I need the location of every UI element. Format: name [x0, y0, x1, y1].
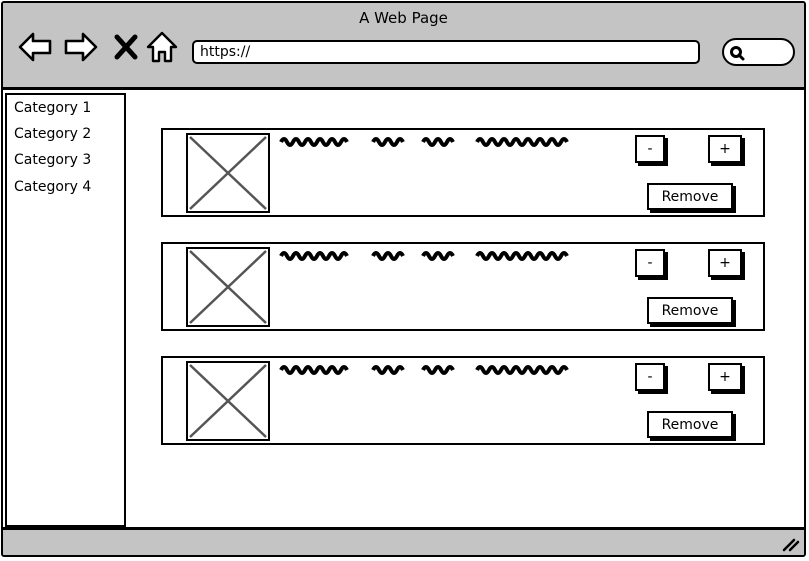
home-icon	[146, 31, 178, 63]
image-placeholder	[186, 247, 270, 327]
list-item: - + Remove	[161, 128, 765, 217]
category-sidebar: Category 1 Category 2 Category 3 Categor…	[5, 93, 126, 527]
list-item: - + Remove	[161, 356, 765, 445]
decrement-button[interactable]: -	[635, 135, 665, 163]
image-placeholder	[186, 361, 270, 441]
image-placeholder	[186, 133, 270, 213]
increment-button[interactable]: +	[708, 249, 742, 277]
arrow-right-icon	[64, 32, 98, 62]
increment-button[interactable]: +	[708, 363, 742, 391]
close-icon	[114, 34, 138, 60]
search-icon	[730, 46, 745, 61]
arrow-left-icon	[18, 32, 52, 62]
scribble-text-placeholder	[279, 251, 569, 261]
scribble-text-placeholder	[279, 137, 569, 147]
placeholder-x-icon	[189, 364, 267, 438]
remove-button[interactable]: Remove	[647, 183, 733, 210]
list-item: - + Remove	[161, 242, 765, 331]
remove-button[interactable]: Remove	[647, 297, 733, 324]
scribble-text-placeholder	[279, 365, 569, 375]
sidebar-item-category-1[interactable]: Category 1	[14, 100, 91, 116]
search-box[interactable]	[722, 38, 795, 66]
address-bar[interactable]: https://	[192, 40, 700, 64]
home-button[interactable]	[144, 29, 180, 65]
sidebar-item-category-4[interactable]: Category 4	[14, 179, 91, 195]
increment-button[interactable]: +	[708, 135, 742, 163]
window-title: A Web Page	[359, 9, 448, 27]
decrement-button[interactable]: -	[635, 363, 665, 391]
sidebar-item-category-2[interactable]: Category 2	[14, 126, 91, 142]
placeholder-x-icon	[189, 136, 267, 210]
sidebar-item-category-3[interactable]: Category 3	[14, 152, 91, 168]
resize-grip-icon[interactable]	[780, 536, 800, 552]
status-bar	[3, 527, 804, 555]
remove-button[interactable]: Remove	[647, 411, 733, 438]
browser-window: A Web Page https:// Category 1 Category …	[1, 1, 806, 557]
back-button[interactable]	[17, 29, 53, 65]
decrement-button[interactable]: -	[635, 249, 665, 277]
placeholder-x-icon	[189, 250, 267, 324]
forward-button[interactable]	[63, 29, 99, 65]
browser-toolbar: A Web Page https://	[3, 3, 804, 90]
stop-button[interactable]	[108, 29, 144, 65]
